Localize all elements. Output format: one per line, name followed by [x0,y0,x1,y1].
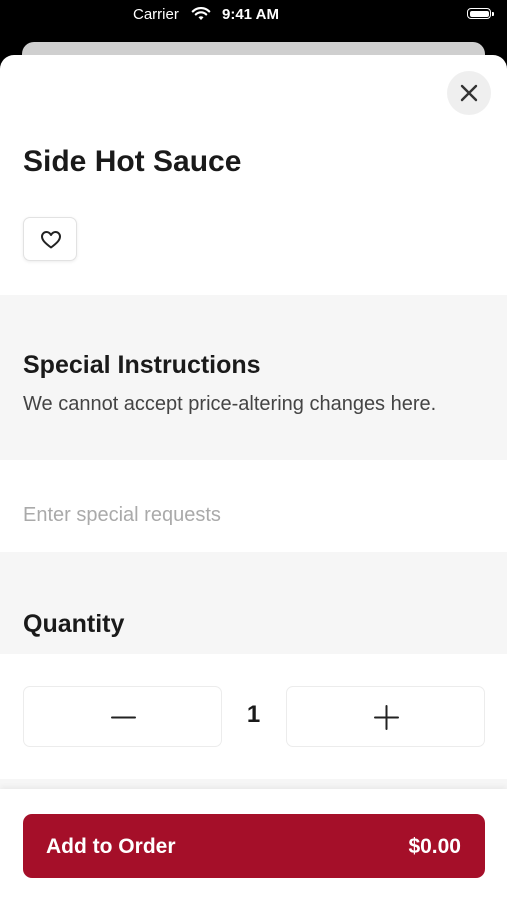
favorite-button[interactable] [23,217,77,261]
quantity-heading: Quantity [23,610,125,638]
item-title: Side Hot Sauce [23,145,242,178]
wifi-icon [191,7,211,25]
status-bar: Carrier 9:41 AM [0,0,507,30]
clock-time: 9:41 AM [222,6,279,23]
close-icon [460,84,478,102]
quantity-value: 1 [246,701,261,728]
carrier-label: Carrier [133,6,179,23]
heart-outline-icon [41,231,61,249]
decrement-button[interactable] [23,686,222,747]
special-instructions-heading: Special Instructions [23,351,261,379]
plus-icon [374,705,399,730]
order-footer: Add to Order $0.00 [0,789,507,900]
special-instructions-description: We cannot accept price-altering changes … [23,393,437,415]
battery-icon [467,8,494,19]
item-detail-sheet: Side Hot Sauce Special Instructions We c… [0,55,507,900]
section-divider [0,779,507,789]
special-requests-input[interactable] [0,460,507,552]
add-to-order-label: Add to Order [46,835,176,858]
add-to-order-button[interactable]: Add to Order $0.00 [23,814,485,878]
increment-button[interactable] [286,686,485,747]
minus-icon [111,716,136,719]
order-price: $0.00 [408,835,461,858]
close-button[interactable] [447,71,491,115]
